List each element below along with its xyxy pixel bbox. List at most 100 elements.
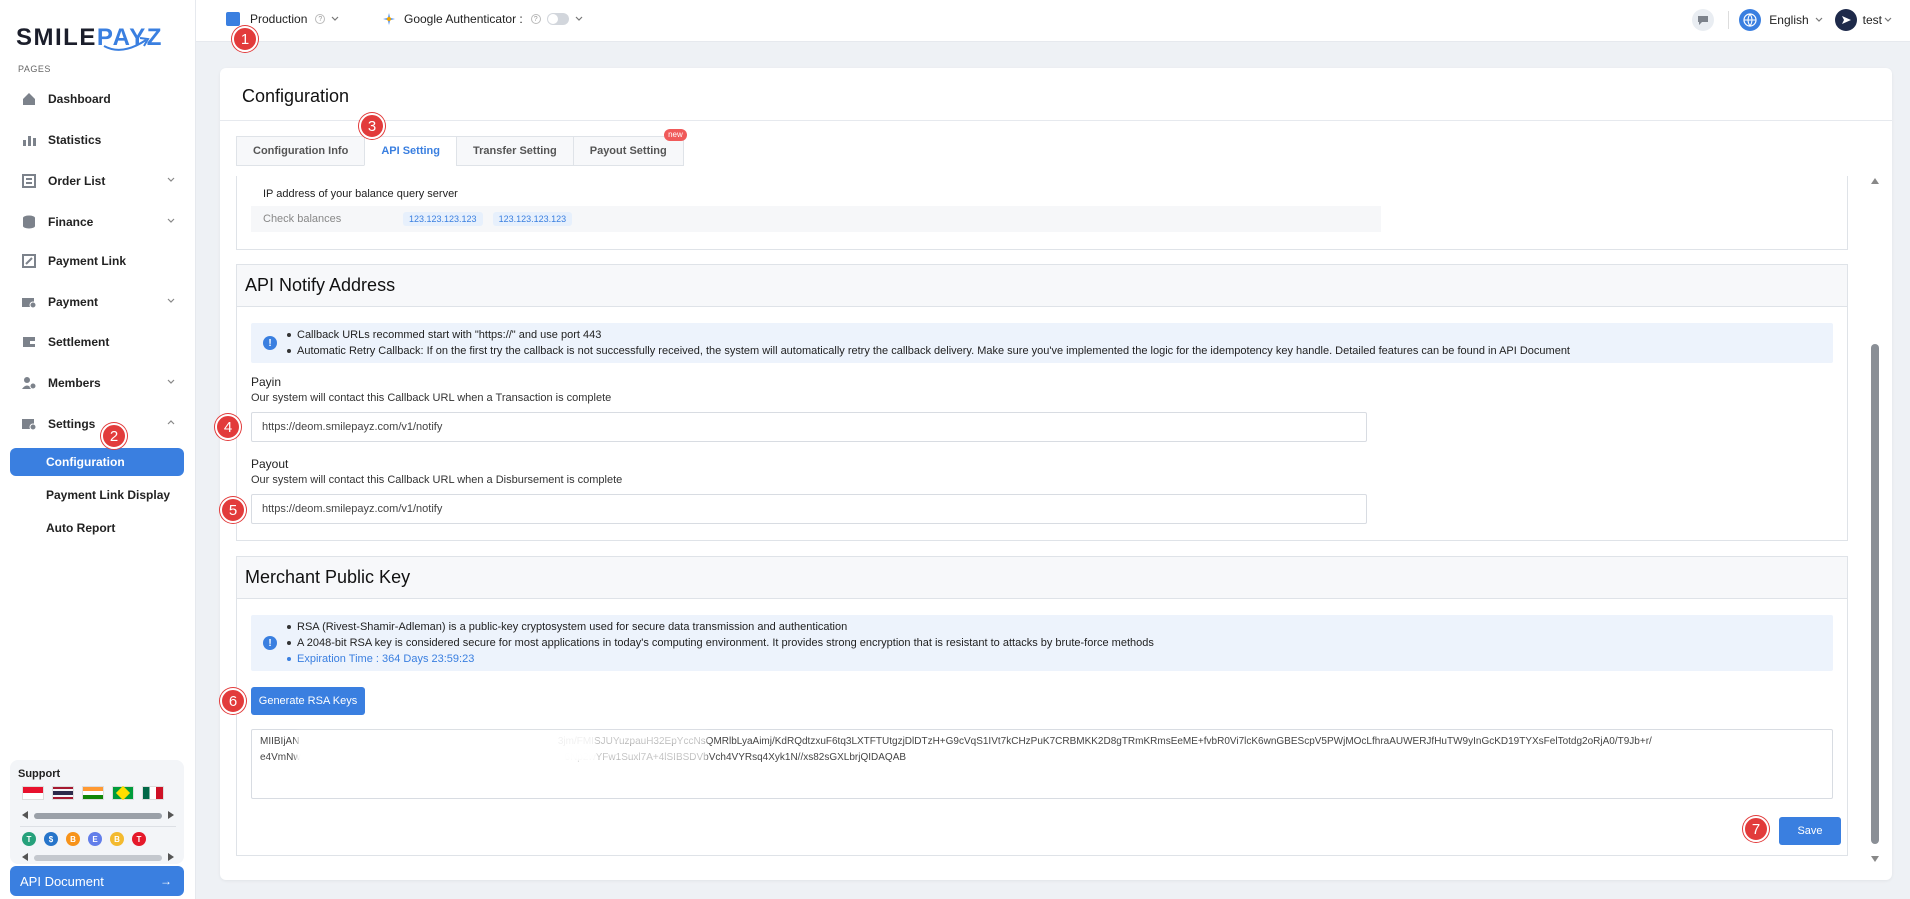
notify-info-item: Automatic Retry Callback: If on the firs… xyxy=(285,343,1570,359)
link-icon xyxy=(20,252,38,270)
step-marker: 3 xyxy=(359,113,385,139)
rsa-info-item: RSA (Rivest-Shamir-Adleman) is a public-… xyxy=(285,619,1154,635)
sidebar-subitem-payment-link-display[interactable]: Payment Link Display xyxy=(10,481,184,509)
rsa-info-list: RSA (Rivest-Shamir-Adleman) is a public-… xyxy=(285,619,1154,667)
chevron-down-icon[interactable] xyxy=(1815,16,1823,24)
payout-description: Our system will contact this Callback UR… xyxy=(251,474,623,486)
tron-coin-icon[interactable]: T xyxy=(132,832,146,846)
chevron-down-icon[interactable] xyxy=(575,15,583,23)
chevron-up-icon xyxy=(167,420,175,425)
check-balances-label: Check balances xyxy=(263,213,342,225)
flag-indonesia-icon[interactable] xyxy=(22,786,44,800)
sidebar-item-statistics[interactable]: Statistics xyxy=(0,126,196,154)
sidebar-item-finance[interactable]: Finance xyxy=(0,208,196,236)
step-marker: 5 xyxy=(220,497,246,523)
chevron-down-icon xyxy=(167,218,175,223)
authenticator-toggle[interactable] xyxy=(546,13,569,25)
top-bar: Production ? Google Authenticator : ? En… xyxy=(196,0,1910,42)
support-title: Support xyxy=(18,768,61,780)
scroll-down-icon[interactable] xyxy=(1871,856,1879,862)
bar-chart-icon xyxy=(20,131,38,149)
ethereum-coin-icon[interactable]: E xyxy=(88,832,102,846)
notify-info-box: ! Callback URLs recommed start with "htt… xyxy=(251,323,1833,363)
step-marker: 4 xyxy=(215,414,241,440)
help-icon[interactable]: ? xyxy=(315,14,326,24)
sidebar-item-payment[interactable]: Payment xyxy=(0,288,196,316)
api-document-button[interactable]: API Document → xyxy=(10,866,184,896)
tab-configuration-info[interactable]: Configuration Info xyxy=(236,136,366,166)
step-marker: 1 xyxy=(232,26,258,52)
coins-scrollbar[interactable] xyxy=(20,852,176,862)
tab-payout-setting[interactable]: Payout Setting new xyxy=(572,129,687,166)
redaction-mask xyxy=(597,732,707,746)
payin-callback-input[interactable] xyxy=(251,412,1367,442)
arrow-right-icon: → xyxy=(160,874,172,888)
language-selector[interactable]: English xyxy=(1769,13,1808,27)
tab-api-setting[interactable]: API Setting xyxy=(364,136,457,166)
sidebar-subitem-configuration[interactable]: Configuration xyxy=(10,448,184,476)
sidebar-subitem-auto-report[interactable]: Auto Report xyxy=(10,514,184,542)
payin-label: Payin xyxy=(251,375,282,389)
pages-section-label: PAGES xyxy=(18,64,51,74)
help-icon[interactable]: ? xyxy=(530,14,541,24)
rsa-info-box: ! RSA (Rivest-Shamir-Adleman) is a publi… xyxy=(251,615,1833,671)
database-icon xyxy=(20,213,38,231)
crypto-coins: T $ B E B T xyxy=(22,832,146,846)
flags-scrollbar[interactable] xyxy=(20,810,176,820)
chevron-down-icon xyxy=(167,177,175,182)
sidebar-item-settings[interactable]: Settings xyxy=(0,410,196,438)
header-right: English test xyxy=(1692,9,1892,31)
globe-icon xyxy=(1739,9,1762,31)
rsa-info-item: A 2048-bit RSA key is considered secure … xyxy=(285,635,1154,651)
list-icon xyxy=(20,172,38,190)
new-badge: new xyxy=(664,129,687,141)
environment-selector[interactable]: Production ? xyxy=(226,12,339,26)
sidebar-item-members[interactable]: Members xyxy=(0,369,196,397)
public-key-title: Merchant Public Key xyxy=(237,557,1847,599)
merchant-public-key-section: Merchant Public Key ! RSA (Rivest-Shamir… xyxy=(236,556,1848,856)
flag-india-icon[interactable] xyxy=(82,786,104,800)
ip-chip: 123.123.123.123 xyxy=(492,212,573,226)
sidebar: SMILEPAYZ PAGES Dashboard Statistics Ord… xyxy=(0,0,196,899)
sidebar-item-dashboard[interactable]: Dashboard xyxy=(0,85,196,113)
notify-info-item: Callback URLs recommed start with "https… xyxy=(285,327,1570,343)
tab-transfer-setting[interactable]: Transfer Setting xyxy=(455,136,574,166)
check-balances-row: Check balances 123.123.123.123 123.123.1… xyxy=(251,206,1381,232)
generate-rsa-keys-button[interactable]: Generate RSA Keys xyxy=(251,687,365,715)
tether-coin-icon[interactable]: T xyxy=(22,832,36,846)
user-menu[interactable]: test xyxy=(1863,13,1882,27)
google-authenticator-control: Google Authenticator : ? xyxy=(382,12,583,26)
ip-section-title: IP address of your balance query server xyxy=(263,188,458,200)
environment-icon xyxy=(226,12,240,26)
flag-brazil-icon[interactable] xyxy=(112,785,134,801)
chat-icon[interactable] xyxy=(1692,9,1715,31)
flag-thailand-icon[interactable] xyxy=(52,786,74,800)
support-divider xyxy=(20,826,176,827)
usdc-coin-icon[interactable]: $ xyxy=(44,832,58,846)
content-scrollbar[interactable] xyxy=(1870,178,1880,862)
step-marker: 7 xyxy=(1743,816,1769,842)
support-panel: Support T $ B E B T xyxy=(10,760,184,864)
sidebar-item-order-list[interactable]: Order List xyxy=(0,167,196,195)
payout-label: Payout xyxy=(251,457,289,471)
chevron-down-icon[interactable] xyxy=(1884,16,1892,24)
page-title: Configuration xyxy=(242,86,350,106)
bitcoin-coin-icon[interactable]: B xyxy=(66,832,80,846)
api-notify-title: API Notify Address xyxy=(237,265,1847,307)
scroll-up-icon[interactable] xyxy=(1871,178,1879,184)
scrollbar-thumb[interactable] xyxy=(1871,344,1879,844)
step-marker: 6 xyxy=(220,688,246,714)
api-setting-content: IP address of your balance query server … xyxy=(236,176,1870,866)
payout-callback-input[interactable] xyxy=(251,494,1367,524)
avatar[interactable] xyxy=(1834,9,1857,31)
notify-info-list: Callback URLs recommed start with "https… xyxy=(285,327,1570,359)
balance-ip-section: IP address of your balance query server … xyxy=(236,176,1848,250)
flag-mexico-icon[interactable] xyxy=(142,786,164,800)
save-button[interactable]: Save xyxy=(1779,817,1841,845)
chevron-down-icon xyxy=(167,379,175,384)
sidebar-item-settlement[interactable]: Settlement xyxy=(0,328,196,356)
wallet-icon xyxy=(20,333,38,351)
info-icon: ! xyxy=(263,336,277,350)
sidebar-item-payment-link[interactable]: Payment Link xyxy=(0,247,196,275)
bnb-coin-icon[interactable]: B xyxy=(110,832,124,846)
